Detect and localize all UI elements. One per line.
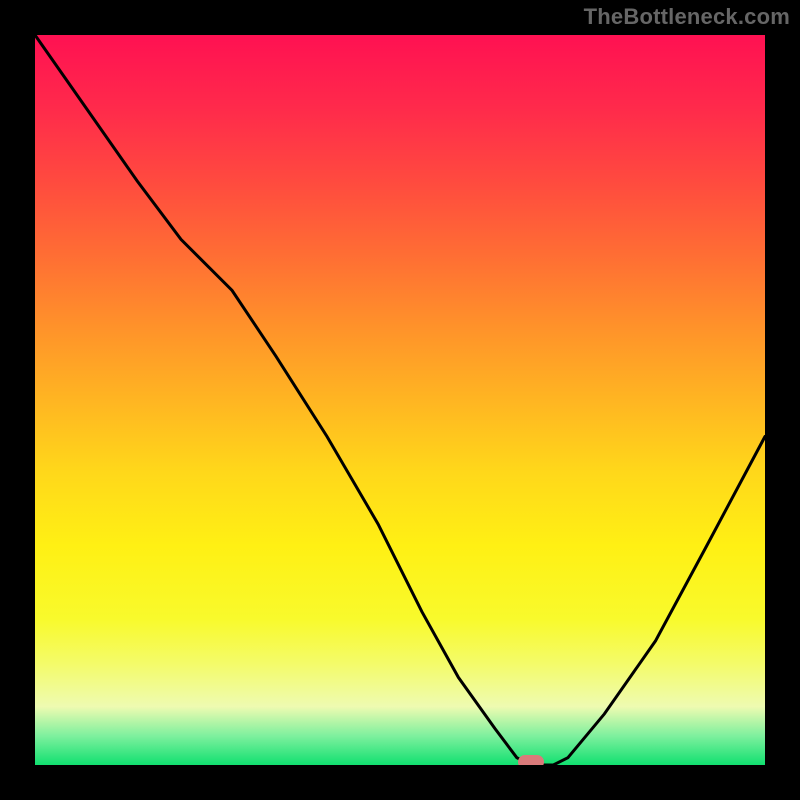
min-marker [518, 755, 544, 765]
curve-svg [35, 35, 765, 765]
curve-path [35, 35, 765, 765]
plot-area [35, 35, 765, 765]
watermark-text: TheBottleneck.com [584, 4, 790, 30]
chart-frame: TheBottleneck.com [0, 0, 800, 800]
